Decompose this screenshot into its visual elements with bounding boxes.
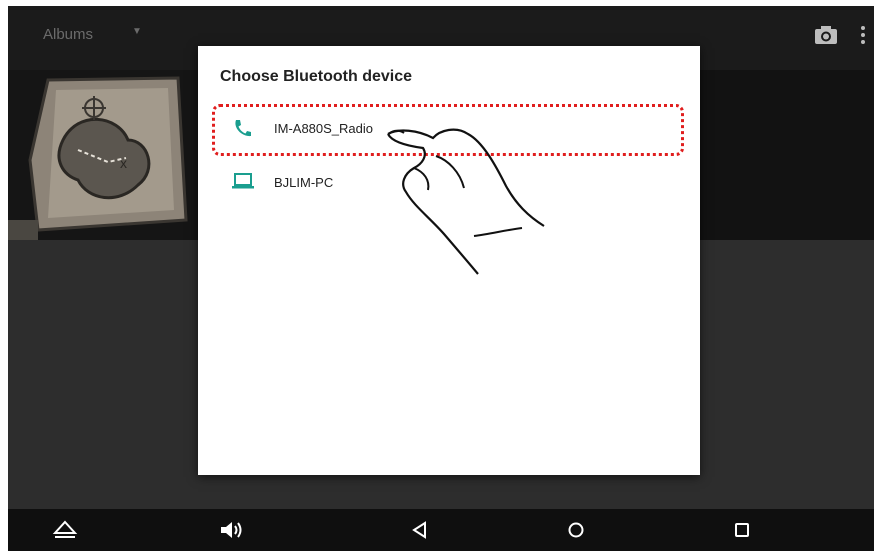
phone-icon: [235, 120, 251, 137]
svg-text:x: x: [120, 155, 127, 171]
system-nav-bar: [8, 509, 874, 551]
volume-icon[interactable]: [219, 519, 245, 541]
choose-bluetooth-dialog: Choose Bluetooth device IM-A880S_Radio B…: [198, 46, 700, 475]
device-name: BJLIM-PC: [274, 175, 334, 190]
recents-icon[interactable]: [732, 519, 752, 541]
device-screen: Albums ▼ x Choose Bluetooth device IM-A8…: [8, 6, 874, 551]
albums-dropdown-label[interactable]: Albums: [43, 26, 93, 43]
device-name: IM-A880S_Radio: [274, 121, 373, 136]
device-item-im-a880s-radio[interactable]: IM-A880S_Radio: [216, 110, 682, 148]
treasure-map-album-thumbnail[interactable]: x: [8, 70, 198, 240]
home-icon[interactable]: [566, 519, 586, 541]
laptop-icon: [232, 173, 254, 189]
eject-icon[interactable]: [52, 519, 78, 541]
back-icon[interactable]: [410, 519, 430, 541]
caret-down-icon[interactable]: ▼: [132, 26, 142, 37]
camera-icon[interactable]: [814, 24, 838, 46]
dialog-title: Choose Bluetooth device: [220, 68, 413, 85]
device-item-bjlim-pc[interactable]: BJLIM-PC: [216, 164, 682, 202]
overflow-menu-icon[interactable]: [860, 24, 866, 46]
